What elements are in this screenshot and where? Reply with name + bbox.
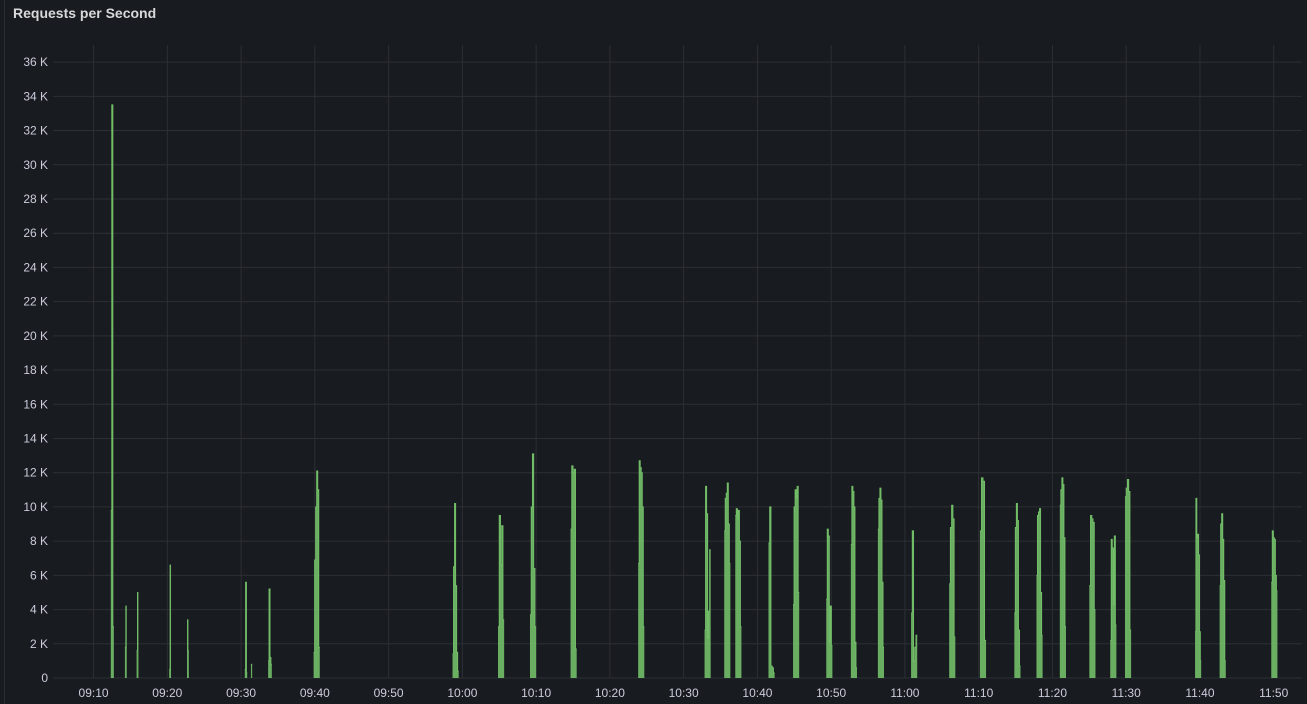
series-requests-per-second xyxy=(110,104,1278,678)
series-burst xyxy=(1059,477,1066,678)
burst-area xyxy=(250,664,253,678)
series-burst xyxy=(911,530,918,678)
series-burst xyxy=(768,506,775,678)
x-axis: 09:10 09:20 09:30 09:40 09:50 10:00 10:10 10:20… xyxy=(79,686,1289,700)
x-tick-label: 11:10 xyxy=(964,686,993,700)
x-tick-label: 10:40 xyxy=(742,686,772,700)
x-tick-label: 11:30 xyxy=(1112,686,1141,700)
x-tick-label: 09:20 xyxy=(152,686,182,700)
y-tick-label: 6 K xyxy=(30,568,48,582)
series-burst xyxy=(724,482,731,678)
y-tick-label: 16 K xyxy=(23,397,48,411)
burst-area xyxy=(979,477,987,678)
series-burst xyxy=(570,465,577,678)
burst-line xyxy=(244,581,248,674)
y-tick-label: 28 K xyxy=(23,192,48,206)
series-burst xyxy=(452,503,459,678)
y-tick-label: 36 K xyxy=(23,55,48,69)
x-tick-label: 10:50 xyxy=(816,686,846,700)
x-tick-label: 11:20 xyxy=(1038,686,1067,700)
series-burst xyxy=(638,460,645,678)
series-burst xyxy=(169,564,172,678)
y-tick-label: 24 K xyxy=(23,260,48,274)
y-tick-label: 4 K xyxy=(30,603,48,617)
series-burst xyxy=(949,504,956,678)
y-tick-label: 14 K xyxy=(23,431,48,445)
y-tick-label: 34 K xyxy=(23,89,48,103)
series-burst xyxy=(250,663,253,678)
y-tick-label: 0 xyxy=(41,671,48,685)
y-tick-label: 32 K xyxy=(23,124,48,138)
series-burst xyxy=(1110,535,1117,678)
burst-area xyxy=(110,104,114,678)
series-burst xyxy=(1089,514,1096,678)
x-tick-label: 10:30 xyxy=(669,686,699,700)
y-tick-label: 18 K xyxy=(23,363,48,377)
y-axis: 0 2 K 4 K 6 K 8 K 10 K 12 K 14 K 16 K 18 K 20 K 22 … xyxy=(23,55,48,685)
x-tick-label: 11:00 xyxy=(890,686,919,700)
series-burst xyxy=(187,619,189,678)
x-tick-label: 09:40 xyxy=(300,686,330,700)
y-tick-label: 30 K xyxy=(23,158,48,172)
series-burst xyxy=(793,485,800,678)
x-tick-label: 11:50 xyxy=(1259,686,1288,700)
series-burst xyxy=(979,477,987,678)
x-tick-label: 09:10 xyxy=(79,686,109,700)
chart-panel: Requests per Second 02 K4 K6 K8 K 10 K 12 … xyxy=(4,0,1307,704)
series-burst xyxy=(124,605,127,678)
y-tick-label: 10 K xyxy=(23,500,48,514)
series-burst xyxy=(735,508,742,678)
y-tick-label: 8 K xyxy=(30,534,48,548)
series-burst xyxy=(1219,513,1226,678)
series-burst xyxy=(110,104,114,678)
series-burst xyxy=(529,453,537,678)
y-tick-label: 26 K xyxy=(23,226,48,240)
series-burst xyxy=(498,514,505,678)
x-tick-label: 09:50 xyxy=(374,686,404,700)
series-burst xyxy=(244,581,248,678)
series-burst xyxy=(850,485,857,678)
y-tick-label: 20 K xyxy=(23,329,48,343)
series-burst xyxy=(1036,508,1043,678)
series-burst xyxy=(268,588,272,678)
series-burst xyxy=(136,591,139,678)
series-burst xyxy=(1014,503,1021,678)
series-burst xyxy=(704,485,711,678)
y-tick-label: 12 K xyxy=(23,466,48,480)
series-burst xyxy=(1271,530,1278,678)
burst-line xyxy=(268,588,272,665)
x-tick-label: 11:40 xyxy=(1185,686,1214,700)
x-tick-label: 09:30 xyxy=(226,686,256,700)
x-tick-label: 10:00 xyxy=(447,686,477,700)
series-burst xyxy=(877,487,885,678)
y-tick-label: 2 K xyxy=(30,637,48,651)
time-series-plot[interactable]: 0 2 K 4 K 6 K 8 K 10 K 12 K 14 K 16 K 18 K 20 K 22 … xyxy=(5,0,1307,704)
y-tick-label: 22 K xyxy=(23,295,48,309)
x-tick-label: 10:20 xyxy=(595,686,625,700)
series-burst xyxy=(1124,479,1132,678)
x-tick-label: 10:10 xyxy=(521,686,551,700)
